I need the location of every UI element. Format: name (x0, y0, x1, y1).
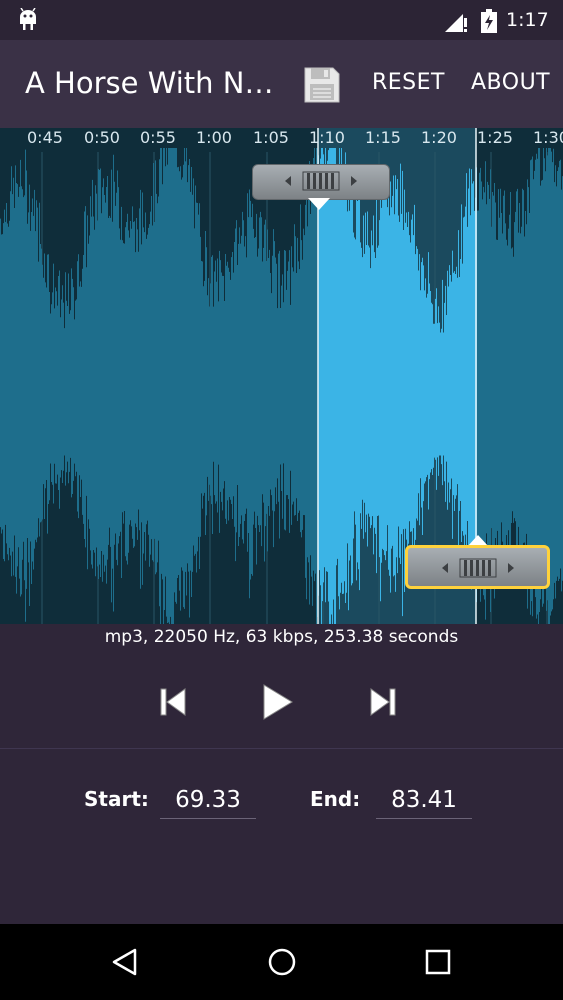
end-time-input[interactable] (376, 782, 472, 819)
skip-next-button[interactable] (358, 680, 406, 724)
timeline: 0:45 0:50 0:55 1:00 1:05 1:10 1:15 1:20 … (0, 128, 563, 152)
status-bar: 1:17 (0, 0, 563, 40)
divider (0, 748, 563, 749)
start-time-input[interactable] (160, 782, 256, 819)
skip-previous-icon (160, 688, 186, 716)
battery-charging-icon (481, 9, 497, 33)
home-icon (268, 948, 296, 976)
save-button[interactable] (302, 65, 342, 105)
navigation-bar (0, 924, 563, 1000)
timeline-tick: 0:55 (140, 128, 176, 147)
skip-previous-button[interactable] (150, 680, 198, 724)
start-marker-handle[interactable] (252, 164, 390, 200)
recents-button[interactable] (418, 942, 458, 982)
end-marker-handle[interactable] (405, 545, 550, 589)
android-debug-icon (20, 8, 36, 30)
timeline-tick: 1:05 (253, 128, 289, 147)
end-label: End: (310, 787, 361, 811)
playback-controls (0, 680, 563, 728)
drag-grip-icon (285, 171, 357, 191)
play-icon (263, 684, 293, 720)
recents-icon (425, 949, 451, 975)
skip-next-icon (370, 688, 396, 716)
home-button[interactable] (262, 942, 302, 982)
back-icon (112, 948, 137, 976)
start-marker-pointer (308, 198, 330, 210)
signal-icon (445, 14, 467, 32)
drag-grip-icon (442, 558, 514, 578)
page-title: A Horse With N… (25, 66, 274, 100)
floppy-disk-icon (304, 67, 340, 103)
reset-button[interactable]: RESET (372, 70, 445, 95)
timeline-tick: 1:10 (309, 128, 345, 147)
timeline-tick: 0:45 (27, 128, 63, 147)
status-time: 1:17 (506, 9, 549, 31)
timeline-tick: 1:30 (533, 128, 563, 147)
timeline-tick: 1:15 (365, 128, 401, 147)
app-bar: A Horse With N… RESET ABOUT (0, 40, 563, 128)
timeline-tick: 0:50 (84, 128, 120, 147)
start-label: Start: (84, 787, 149, 811)
file-info: mp3, 22050 Hz, 63 kbps, 253.38 seconds (104, 627, 459, 647)
timeline-tick: 1:20 (421, 128, 457, 147)
back-button[interactable] (105, 942, 145, 982)
play-button[interactable] (252, 680, 300, 724)
about-button[interactable]: ABOUT (471, 70, 550, 95)
timeline-tick: 1:25 (477, 128, 513, 147)
timeline-tick: 1:00 (196, 128, 232, 147)
